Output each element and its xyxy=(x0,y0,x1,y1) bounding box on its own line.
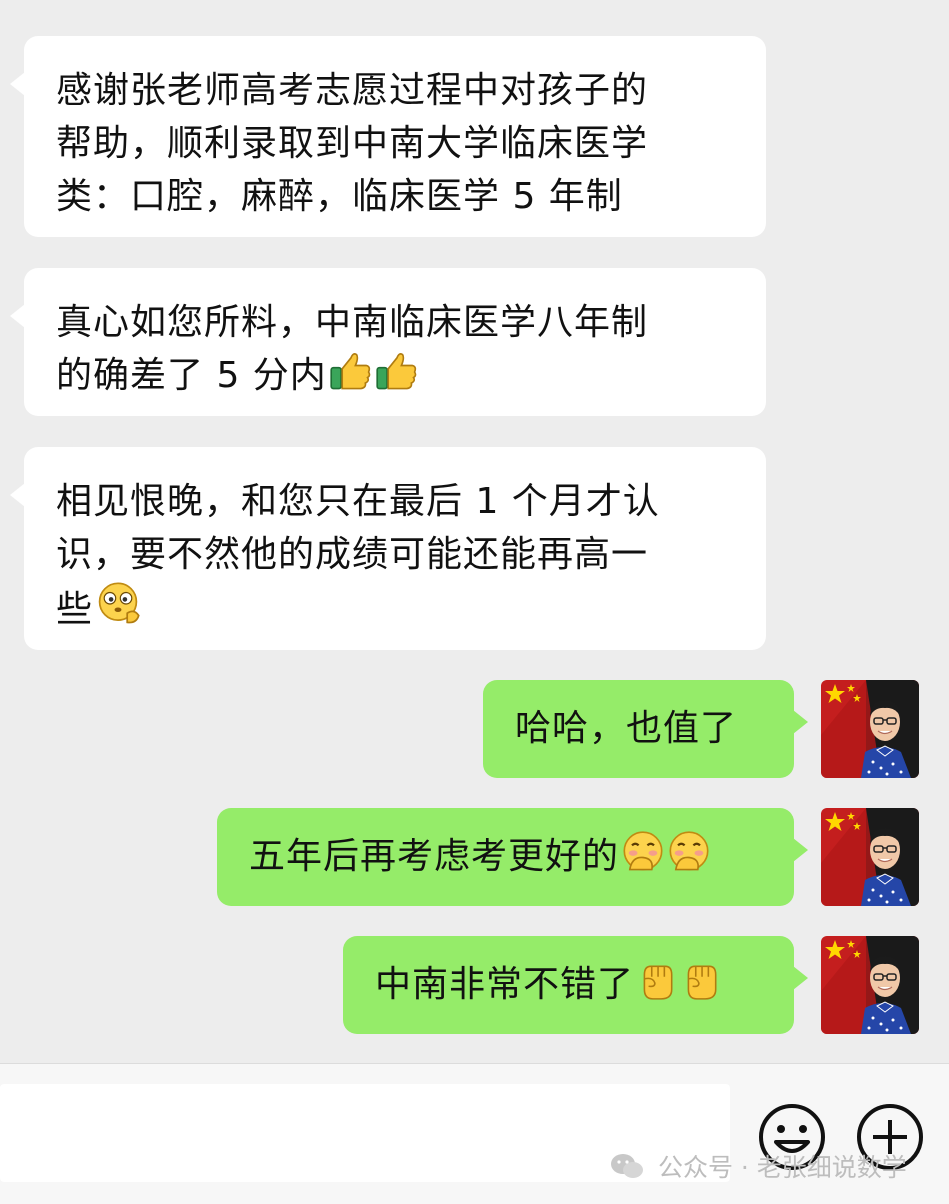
message-bubble-outgoing[interactable]: 中南非常不错了 xyxy=(343,936,808,1034)
message-text: 些 xyxy=(56,589,94,630)
bubble-tail xyxy=(793,966,808,990)
message-text-line: 真心如您所料，中南临床医学八年制 xyxy=(56,302,649,343)
avatar-image xyxy=(821,680,919,778)
message-text-line: 类：口腔，麻醉，临床医学 5 年制 xyxy=(56,176,623,217)
bubble-tail xyxy=(793,710,808,734)
message-text-line: 些 xyxy=(56,581,736,636)
thumbs-up-emoji-icon xyxy=(375,349,419,393)
message-text-line: 中南非常不错了 xyxy=(375,958,764,1011)
message-text: 中南非常不错了 xyxy=(375,964,635,1005)
watermark: 公众号 · 老张细说数学 xyxy=(610,1148,907,1184)
message-text-line: 帮助，顺利录取到中南大学临床医学 xyxy=(56,123,649,164)
message-bubble-incoming[interactable]: 真心如您所料，中南临床医学八年制 的确差了 5 分内 xyxy=(10,268,766,416)
blushing-emoji-icon xyxy=(667,830,711,874)
message-text-line: 感谢张老师高考志愿过程中对孩子的 xyxy=(56,70,649,111)
thinking-face-emoji-icon xyxy=(95,581,141,627)
bubble-tail xyxy=(10,72,25,96)
watermark-text: 公众号 · 老张细说数学 xyxy=(657,1153,907,1182)
fist-emoji-icon xyxy=(636,960,678,1002)
avatar-image xyxy=(821,936,919,1034)
message-bubble-outgoing[interactable]: 哈哈，也值了 xyxy=(483,680,808,778)
message-bubble-incoming[interactable]: 相见恨晚，和您只在最后 1 个月才认 识，要不然他的成绩可能还能再高一 些 xyxy=(10,447,766,650)
avatar[interactable] xyxy=(821,936,919,1034)
thumbs-up-emoji-icon xyxy=(329,349,373,393)
avatar[interactable] xyxy=(821,808,919,906)
message-bubble-outgoing[interactable]: 五年后再考虑考更好的 xyxy=(217,808,808,906)
fist-emoji-icon xyxy=(680,960,722,1002)
bubble-tail xyxy=(793,838,808,862)
message-text: 的确差了 5 分内 xyxy=(56,355,327,396)
bubble-tail xyxy=(10,304,25,328)
message-text-line: 的确差了 5 分内 xyxy=(56,349,736,402)
message-bubble-incoming[interactable]: 感谢张老师高考志愿过程中对孩子的 帮助，顺利录取到中南大学临床医学 类：口腔，麻… xyxy=(10,36,766,237)
message-text-line: 五年后再考虑考更好的 xyxy=(249,830,764,883)
bubble-tail xyxy=(10,483,25,507)
message-text-line: 相见恨晚，和您只在最后 1 个月才认 xyxy=(56,481,660,522)
message-text: 五年后再考虑考更好的 xyxy=(249,836,620,877)
message-text-line: 识，要不然他的成绩可能还能再高一 xyxy=(56,534,649,575)
avatar-image xyxy=(821,808,919,906)
blushing-emoji-icon xyxy=(621,830,665,874)
avatar[interactable] xyxy=(821,680,919,778)
wechat-icon xyxy=(611,1154,643,1178)
message-text: 哈哈，也值了 xyxy=(515,708,738,749)
